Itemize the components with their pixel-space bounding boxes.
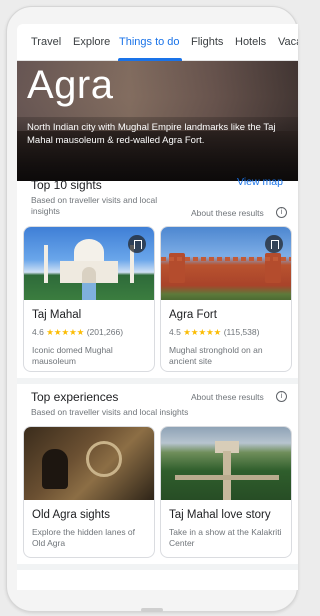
experience-card-old-agra[interactable]: Old Agra sights Explore the hidden lanes…	[23, 426, 155, 558]
tab-vacation-rentals[interactable]: Vaca	[278, 36, 298, 48]
sight-rating: 4.6 ★★★★★ (201,266)	[32, 327, 123, 338]
destination-description: North Indian city with Mughal Empire lan…	[27, 122, 276, 146]
sight-card-agra-fort[interactable]: Agra Fort 4.5 ★★★★★ (115,538) Mughal str…	[160, 226, 292, 372]
experience-title: Old Agra sights	[32, 509, 110, 521]
section-title-top-experiences: Top experiences	[31, 390, 119, 404]
section-subtitle-top-sights: Based on traveller visits and local insi…	[31, 195, 158, 216]
experience-description: Take in a show at the Kalakriti Center	[169, 527, 282, 548]
tab-things-to-do[interactable]: Things to do	[119, 36, 180, 48]
info-icon[interactable]: i	[276, 391, 287, 402]
sight-rating: 4.5 ★★★★★ (115,538)	[169, 327, 259, 338]
review-count: (115,538)	[223, 327, 260, 337]
experience-title: Taj Mahal love story	[169, 509, 271, 521]
star-rating-icon: ★★★★★	[46, 327, 85, 337]
sight-card-taj-mahal[interactable]: Taj Mahal 4.6 ★★★★★ (201,266) Iconic dom…	[23, 226, 155, 372]
agra-fort-photo	[161, 227, 291, 300]
sight-description: Mughal stronghold on an ancient site	[169, 345, 263, 366]
tab-bar: Travel Explore Things to do Flights Hote…	[17, 24, 298, 61]
garden-aerial-photo	[161, 427, 291, 500]
destination-title: Agra	[27, 63, 114, 107]
sight-title: Agra Fort	[169, 309, 217, 321]
sight-description: Iconic domed Mughal mausoleum	[32, 345, 113, 366]
view-map-link[interactable]: View map	[237, 176, 283, 188]
section-subtitle-top-experiences: Based on traveller visits and local insi…	[31, 407, 189, 417]
bookmark-icon[interactable]	[265, 235, 283, 253]
bookmark-icon[interactable]	[128, 235, 146, 253]
sight-title: Taj Mahal	[32, 309, 82, 321]
tab-flights[interactable]: Flights	[191, 36, 223, 48]
experience-card-taj-love-story[interactable]: Taj Mahal love story Take in a show at t…	[160, 426, 292, 558]
review-count: (201,266)	[86, 327, 124, 337]
rating-value: 4.6	[32, 327, 44, 337]
screen: Travel Explore Things to do Flights Hote…	[17, 24, 298, 590]
info-icon[interactable]: i	[276, 207, 287, 218]
taj-mahal-photo	[24, 227, 154, 300]
tab-explore[interactable]: Explore	[73, 36, 110, 48]
about-results-link[interactable]: About these results	[191, 392, 264, 402]
rating-value: 4.5	[169, 327, 181, 337]
home-indicator	[141, 608, 163, 612]
tab-hotels[interactable]: Hotels	[235, 36, 266, 48]
section-title-top-sights: Top 10 sights	[31, 178, 102, 192]
tab-travel[interactable]: Travel	[31, 36, 61, 48]
hero-banner: Agra North Indian city with Mughal Empir…	[17, 61, 298, 181]
experience-description: Explore the hidden lanes of Old Agra	[32, 527, 136, 548]
star-rating-icon: ★★★★★	[183, 327, 222, 337]
rickshaw-photo	[24, 427, 154, 500]
about-results-link[interactable]: About these results	[191, 208, 264, 218]
section-divider	[17, 564, 298, 570]
section-divider	[17, 378, 298, 384]
